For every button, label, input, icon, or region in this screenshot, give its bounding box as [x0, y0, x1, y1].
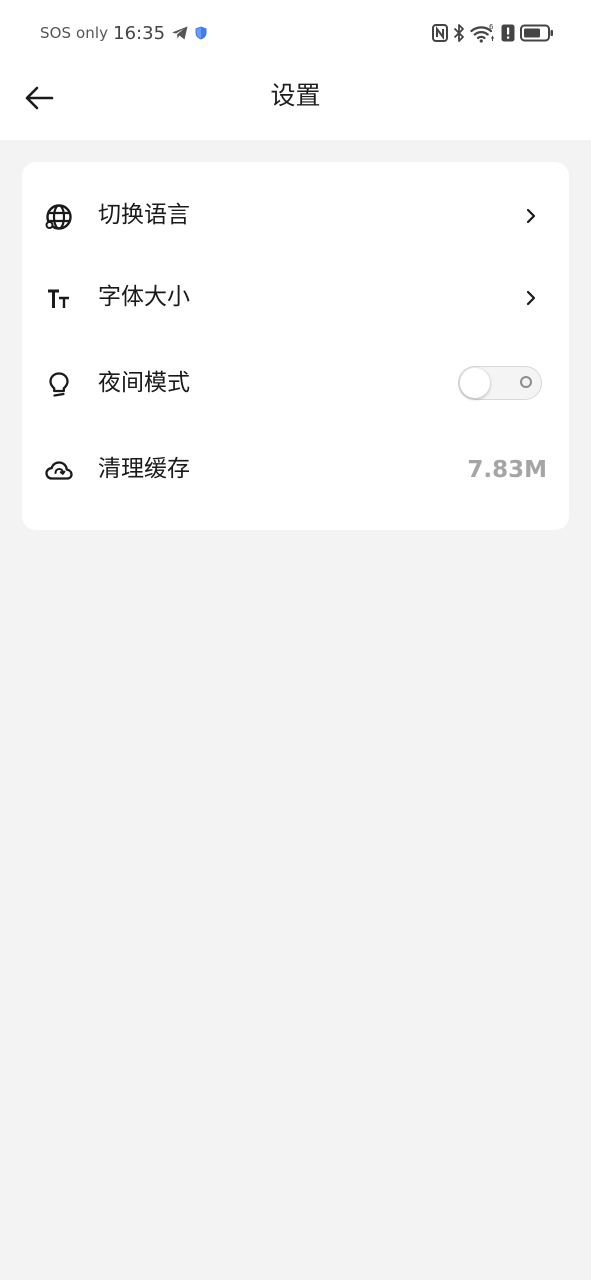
settings-item-label: 清理缓存	[98, 456, 190, 482]
lightbulb-icon	[49, 372, 69, 397]
night-mode-toggle[interactable]	[458, 366, 542, 400]
status-bar-left: SOS only 16:35	[40, 21, 207, 45]
settings-item-label: 夜间模式	[98, 370, 190, 396]
settings-item-label: 切换语言	[98, 202, 190, 228]
toggle-off-indicator	[520, 376, 532, 388]
globe-icon	[45, 204, 72, 230]
cloud-icon	[45, 461, 73, 480]
top-area: SOS only 16:35 6 设置	[0, 0, 591, 140]
telegram-icon	[172, 26, 188, 40]
bluetooth-icon	[453, 24, 464, 42]
carrier-text: SOS only	[40, 24, 109, 42]
page-title: 设置	[270, 81, 321, 110]
status-bar: SOS only 16:35 6	[0, 0, 591, 66]
nfc-icon	[432, 24, 448, 42]
clock: 16:35	[113, 22, 166, 44]
settings-item-night-mode[interactable]: 夜间模式	[22, 352, 569, 416]
battery-icon	[520, 24, 553, 42]
wifi-badge: 6	[489, 23, 494, 31]
settings-item-label: 字体大小	[98, 284, 190, 310]
toggle-knob	[460, 368, 490, 398]
settings-item-language[interactable]: 切换语言	[22, 184, 569, 248]
text-size-icon	[48, 289, 69, 308]
cache-size-value: 7.83M	[467, 457, 547, 483]
status-bar-right: 6	[432, 21, 554, 45]
settings-item-clear-cache[interactable]: 清理缓存 7.83M	[22, 438, 569, 502]
chevron-right-icon	[526, 290, 536, 306]
settings-item-font-size[interactable]: 字体大小	[22, 266, 569, 330]
alert-icon	[501, 24, 515, 42]
app-header: 设置	[0, 66, 591, 130]
settings-card: 切换语言 字体大小 夜间模式 清理缓存 7.83M	[22, 162, 569, 530]
chevron-right-icon	[526, 208, 536, 224]
shield-icon	[195, 26, 207, 40]
wifi-icon: 6	[470, 23, 494, 43]
